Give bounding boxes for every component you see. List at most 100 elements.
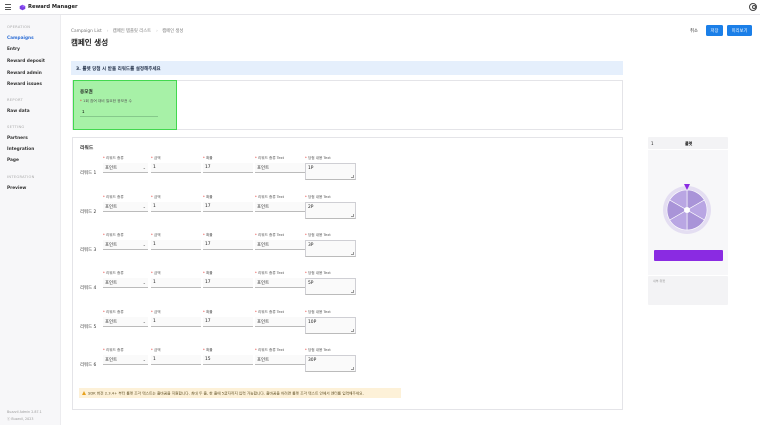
field-label: * 당첨 내용 Text — [305, 348, 331, 352]
sidebar-item-reward-admin[interactable]: Reward admin — [7, 71, 42, 76]
condition-highlight — [73, 80, 177, 130]
field-label: * 확률 — [203, 233, 213, 237]
ticket-count-input[interactable] — [80, 107, 158, 117]
field-label: * 확률 — [203, 271, 213, 275]
field-label: * 당첨 내용 Text — [305, 156, 331, 160]
sidebar-version: Buzzvil Admin 2.87.1 — [7, 410, 42, 414]
reward-amount-input[interactable]: 1 — [151, 278, 201, 288]
field-label: * 리워드 종류 — [103, 195, 124, 199]
field-label: * 당첨 내용 Text — [305, 233, 331, 237]
hamburger-icon[interactable] — [5, 4, 11, 10]
reward-type-select[interactable]: 포인트 ⌄ — [103, 240, 148, 250]
warning-banner: SDK 버전 2.3.4+ 부터 룰렛 조각 텍스트는 줄바꿈을 지원합니다. … — [79, 388, 401, 398]
resize-handle-icon[interactable] — [351, 290, 354, 293]
user-circle-icon[interactable] — [749, 3, 757, 11]
field-label: * 확률 — [203, 156, 213, 160]
field-label: * 리워드 종류 Text — [255, 195, 285, 199]
save-button[interactable]: 저장 — [706, 25, 723, 36]
resize-handle-icon[interactable] — [351, 252, 354, 255]
step-title: 3. 룰렛 당첨 시 받을 리워드를 설정해주세요 — [76, 66, 161, 72]
field-label: * 리워드 종류 — [103, 310, 124, 314]
reward-type-text-input[interactable]: 포인트 — [255, 163, 305, 173]
preview-button[interactable]: 미리보기 — [727, 25, 752, 36]
reward-row: 리워드 1 * 리워드 종류 * 금액 * 확률 * 리워드 종류 Text *… — [72, 156, 623, 186]
reward-row: 리워드 3 * 리워드 종류 * 금액 * 확률 * 리워드 종류 Text *… — [72, 233, 623, 263]
field-label: * 리워드 종류 Text — [255, 233, 285, 237]
field-label: * 확률 — [203, 310, 213, 314]
field-label: * 금액 — [151, 195, 161, 199]
reward-type-text-input[interactable]: 포인트 — [255, 240, 305, 250]
reward-win-text-textarea[interactable]: 10P — [305, 317, 356, 334]
field-label: * 금액 — [151, 156, 161, 160]
field-label: * 금액 — [151, 310, 161, 314]
sidebar-item-preview[interactable]: Preview — [7, 186, 26, 191]
reward-win-text-textarea[interactable]: 1P — [305, 163, 356, 180]
reward-row-label: 리워드 6 — [80, 363, 97, 368]
reward-type-select[interactable]: 포인트 ⌄ — [103, 202, 148, 212]
field-label: * 금액 — [151, 233, 161, 237]
reward-win-text-textarea[interactable]: 3P — [305, 240, 356, 257]
reward-win-text-textarea[interactable]: 2P — [305, 202, 356, 219]
reward-amount-input[interactable]: 1 — [151, 163, 201, 173]
reward-amount-input[interactable]: 1 — [151, 355, 201, 365]
page-title: 캠페인 생성 — [71, 38, 109, 47]
field-label: * 확률 — [203, 348, 213, 352]
reward-row-label: 리워드 4 — [80, 286, 97, 291]
resize-handle-icon[interactable] — [351, 214, 354, 217]
sidebar-section-report: REPORT — [7, 98, 23, 102]
reward-type-select[interactable]: 포인트 ⌄ — [103, 163, 148, 173]
sidebar-item-partners[interactable]: Partners — [7, 136, 28, 141]
reward-type-select[interactable]: 포인트 ⌄ — [103, 278, 148, 288]
reward-win-text-textarea[interactable]: 5P — [305, 278, 356, 295]
sidebar-item-integration[interactable]: Integration — [7, 147, 34, 152]
wheel-hub — [684, 207, 690, 213]
sidebar-item-campaigns[interactable]: Campaigns — [7, 36, 34, 41]
field-label: * 리워드 종류 Text — [255, 310, 285, 314]
reward-type-text-input[interactable]: 포인트 — [255, 355, 305, 365]
sidebar-item-raw-data[interactable]: Raw data — [7, 109, 30, 114]
preview-box: 내부 위젯 — [648, 276, 728, 305]
preview-label: 룰렛 — [685, 140, 693, 146]
condition-title: 응모권 — [80, 90, 93, 95]
reward-probability-input[interactable]: 17 — [203, 163, 253, 173]
reward-type-select[interactable]: 포인트 ⌄ — [103, 355, 148, 365]
breadcrumb-item[interactable]: Campaign List — [71, 29, 102, 34]
chevron-down-icon: ⌄ — [142, 242, 146, 247]
sidebar — [0, 15, 61, 425]
breadcrumb: Campaign List › 캠페인 템플릿 리스트 › 캠페인 생성 — [71, 29, 184, 34]
sidebar-item-reward-deposit[interactable]: Reward deposit — [7, 59, 45, 64]
reward-card-title: 리워드 — [80, 146, 94, 151]
preview-index: 1 — [651, 140, 654, 146]
field-label: * 금액 — [151, 271, 161, 275]
field-label: * 리워드 종류 Text — [255, 348, 285, 352]
resize-handle-icon[interactable] — [351, 329, 354, 332]
breadcrumb-item: 캠페인 생성 — [162, 29, 184, 34]
field-label: * 당첨 내용 Text — [305, 310, 331, 314]
sidebar-item-page[interactable]: Page — [7, 158, 19, 163]
reward-type-select[interactable]: 포인트 ⌄ — [103, 317, 148, 327]
sidebar-item-entry[interactable]: Entry — [7, 47, 20, 52]
preview-box-hint: 내부 위젯 — [653, 279, 665, 283]
reward-type-text-input[interactable]: 포인트 — [255, 202, 305, 212]
resize-handle-icon[interactable] — [351, 175, 354, 178]
reward-probability-input[interactable]: 17 — [203, 317, 253, 327]
reward-amount-input[interactable]: 1 — [151, 240, 201, 250]
reward-probability-input[interactable]: 17 — [203, 278, 253, 288]
reward-probability-input[interactable]: 15 — [203, 355, 253, 365]
reward-win-text-textarea[interactable]: 30P — [305, 355, 356, 372]
chevron-down-icon: ⌄ — [142, 204, 146, 209]
spin-button[interactable] — [654, 250, 723, 261]
reward-probability-input[interactable]: 17 — [203, 202, 253, 212]
reward-row: 리워드 2 * 리워드 종류 * 금액 * 확률 * 리워드 종류 Text *… — [72, 195, 623, 225]
reward-amount-input[interactable]: 1 — [151, 202, 201, 212]
reward-row: 리워드 4 * 리워드 종류 * 금액 * 확률 * 리워드 종류 Text *… — [72, 271, 623, 301]
sidebar-item-reward-issues[interactable]: Reward issues — [7, 82, 42, 87]
reward-probability-input[interactable]: 17 — [203, 240, 253, 250]
reward-amount-input[interactable]: 1 — [151, 317, 201, 327]
resize-handle-icon[interactable] — [351, 367, 354, 370]
app-title: Reward Manager — [28, 4, 78, 10]
breadcrumb-item[interactable]: 캠페인 템플릿 리스트 — [113, 29, 151, 34]
reward-type-text-input[interactable]: 포인트 — [255, 317, 305, 327]
cancel-button[interactable]: 취소 — [686, 26, 702, 36]
reward-type-text-input[interactable]: 포인트 — [255, 278, 305, 288]
